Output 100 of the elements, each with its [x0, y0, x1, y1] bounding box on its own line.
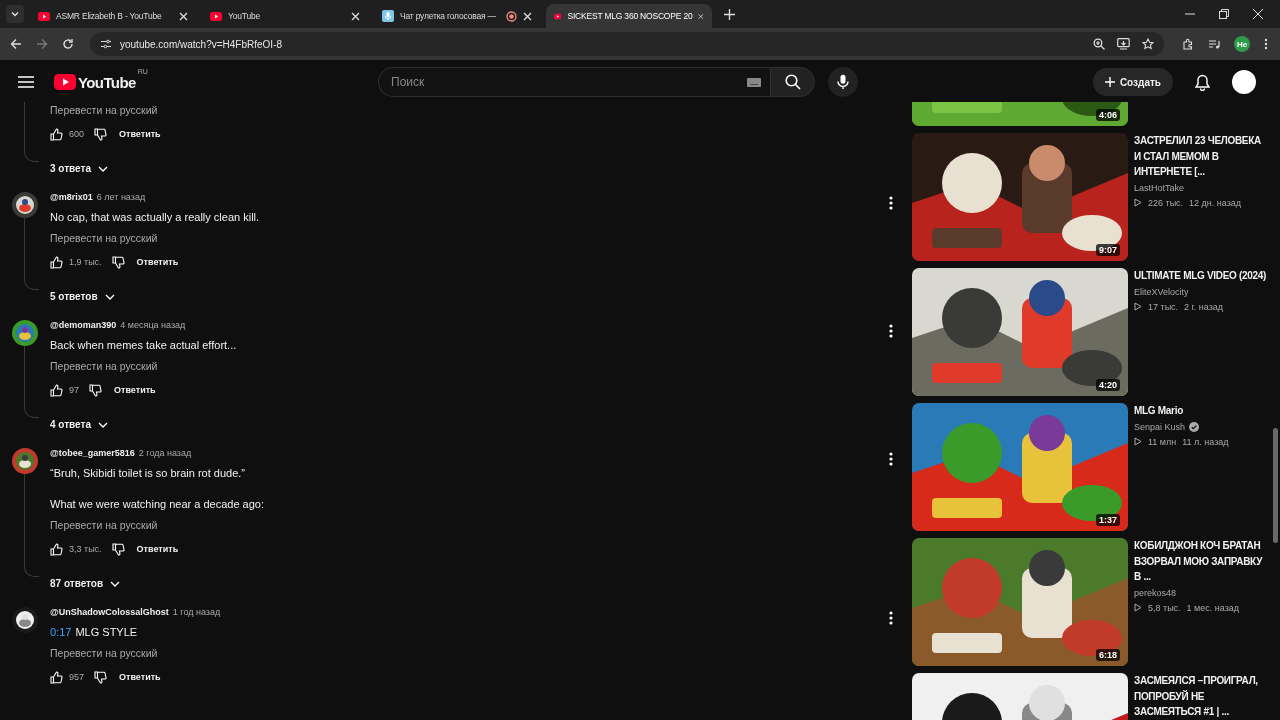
comment-text: No cap, that was actually a really clean kill. [50, 210, 260, 225]
more-icon[interactable] [889, 452, 893, 466]
upload-age: 12 дн. назад [1189, 197, 1242, 208]
video-title[interactable]: MLG Mario [1134, 403, 1268, 419]
video-duration: 4:06 [1096, 109, 1120, 121]
comment-age[interactable]: 4 месяца назад [120, 320, 186, 330]
play-logo-icon[interactable] [54, 74, 76, 90]
show-replies-button[interactable]: 5 ответов [50, 287, 115, 306]
thumbs-up-icon[interactable] [50, 670, 63, 684]
show-replies-button[interactable]: 3 ответа [50, 159, 108, 178]
browser-tab[interactable]: Чат рулетка голосовая — [374, 4, 540, 28]
play-logo-icon [38, 11, 50, 21]
close-icon[interactable] [179, 11, 188, 21]
video-title[interactable]: ЗАСТРЕЛИЛ 23 ЧЕЛОВЕКА И СТАЛ МЕМОМ В ИНТЕРНЕТЕ [... [1134, 133, 1268, 180]
browser-tab[interactable]: ASMR Elizabeth B - YouTube [30, 4, 196, 28]
video-duration: 1:37 [1096, 514, 1120, 526]
thumbs-down-icon[interactable] [111, 542, 125, 556]
reply-button[interactable]: Ответить [136, 540, 179, 558]
comment-age[interactable]: 6 лет назад [96, 192, 146, 202]
translate-link[interactable]: Перевести на русский [50, 102, 158, 118]
verified-icon [1189, 421, 1200, 432]
reply-button[interactable]: Ответить [119, 125, 161, 143]
channel-name[interactable]: EliteXVelocity [1134, 286, 1189, 297]
forward-icon[interactable] [36, 38, 48, 50]
profile-button[interactable]: He [1234, 36, 1250, 52]
translate-link[interactable]: Перевести на русский [50, 358, 158, 374]
thumbs-down-icon[interactable] [89, 383, 102, 397]
star-icon[interactable] [1142, 38, 1154, 50]
channel-name[interactable]: perekos48 [1134, 587, 1177, 598]
more-icon[interactable] [889, 611, 893, 625]
comment-author[interactable]: @tobee_gamer5816 [50, 448, 135, 458]
video-duration: 9:07 [1096, 244, 1120, 256]
video-title[interactable]: ЗАСМЕЯЛСЯ −ПРОИГРАЛ, ПОПРОБУЙ НЕ ЗАСМЕЯТЬСЯ #1 | ... [1134, 673, 1268, 720]
thumbs-up-icon[interactable] [50, 255, 63, 269]
channel-name[interactable]: LastHotTake [1134, 182, 1185, 193]
zoom-icon[interactable] [1093, 38, 1105, 50]
browser-tab[interactable]: SICKEST MLG 360 NOSCOPE 20 [546, 4, 712, 28]
comment-author[interactable]: @UnShadowColossalGhost [50, 607, 169, 617]
play-icon [1134, 198, 1142, 207]
timestamp-link[interactable]: 0:17 [50, 625, 72, 640]
thumbs-up-icon[interactable] [50, 542, 63, 556]
play-logo-icon [554, 11, 562, 21]
play-icon [1134, 302, 1142, 311]
thumbs-down-icon[interactable] [111, 255, 125, 269]
voice-search-button[interactable] [828, 67, 858, 97]
show-replies-button[interactable]: 87 ответов [50, 574, 121, 593]
chevron-down-icon [104, 293, 115, 300]
scrollbar[interactable] [1272, 428, 1278, 543]
comment-age[interactable]: 2 года назад [138, 448, 192, 458]
comment-text: MLG STYLE [75, 625, 138, 640]
logo-wordmark[interactable]: YouTube [78, 73, 136, 91]
thumbs-down-icon[interactable] [94, 127, 108, 141]
view-count: 226 тыс. [1148, 197, 1184, 208]
address-bar[interactable]: youtube.com/watch?v=H4FbRfeOI-8 [90, 32, 1164, 56]
comment-age[interactable]: 1 год назад [172, 607, 221, 617]
create-button[interactable]: Создать [1092, 68, 1173, 96]
reply-button[interactable]: Ответить [114, 381, 156, 399]
restore-icon[interactable] [1219, 9, 1229, 19]
extensions-icon[interactable] [1182, 38, 1194, 50]
close-icon[interactable] [1253, 9, 1263, 19]
search-button[interactable] [770, 67, 815, 97]
bell-icon[interactable] [1195, 73, 1210, 91]
play-logo-icon [210, 11, 222, 21]
translate-link[interactable]: Перевести на русский [50, 230, 158, 246]
browser-tab[interactable]: YouTube [202, 4, 368, 28]
thumbs-up-icon[interactable] [50, 127, 63, 141]
account-avatar[interactable] [1232, 70, 1256, 94]
new-tab-icon[interactable] [724, 8, 735, 20]
thumbs-up-icon[interactable] [50, 383, 63, 397]
play-icon [1134, 603, 1142, 612]
more-icon[interactable] [1264, 38, 1268, 50]
comment-author[interactable]: @demoman390 [50, 320, 117, 330]
close-icon[interactable] [523, 11, 532, 21]
reply-button[interactable]: Ответить [119, 668, 161, 686]
close-icon[interactable] [351, 11, 360, 21]
site-settings-icon[interactable] [100, 38, 112, 50]
reload-icon[interactable] [62, 38, 74, 50]
search-field[interactable]: Поиск [378, 67, 770, 97]
install-app-icon[interactable] [1117, 38, 1130, 50]
show-replies-button[interactable]: 4 ответа [50, 415, 108, 434]
search-icon [784, 74, 801, 90]
video-title[interactable]: ULTIMATE MLG VIDEO (2024) [1134, 268, 1268, 284]
video-title[interactable]: КОБИЛДЖОН КОЧ БРАТАН ВЗОРВАЛ МОЮ ЗАПРАВКУ В ... [1134, 538, 1268, 585]
channel-name[interactable]: Senpai Kush [1134, 421, 1186, 432]
video-duration: 6:18 [1096, 649, 1120, 661]
more-icon[interactable] [889, 196, 893, 210]
keyboard-icon[interactable] [747, 78, 761, 87]
reply-button[interactable]: Ответить [136, 253, 179, 271]
tab-search-button[interactable] [6, 5, 24, 23]
upload-age: 2 г. назад [1184, 301, 1224, 312]
media-controls-icon[interactable] [1208, 38, 1220, 50]
view-count: 5,8 тыс. [1148, 602, 1181, 613]
translate-link[interactable]: Перевести на русский [50, 517, 158, 533]
chevron-down-icon [98, 421, 108, 428]
comment-author[interactable]: @m8rix01 [50, 192, 93, 202]
more-icon[interactable] [889, 324, 893, 338]
translate-link[interactable]: Перевести на русский [50, 645, 158, 661]
menu-icon[interactable] [18, 76, 34, 88]
thumbs-down-icon[interactable] [94, 670, 108, 684]
back-icon[interactable] [10, 38, 22, 50]
